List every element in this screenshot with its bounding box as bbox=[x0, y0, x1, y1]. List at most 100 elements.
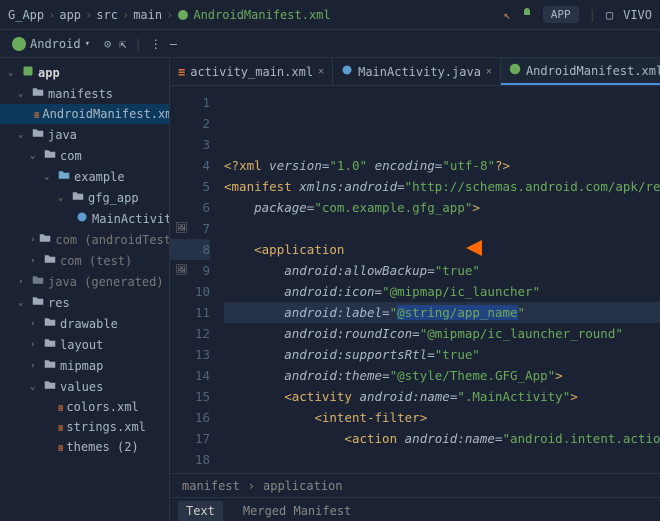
code-line[interactable]: <application bbox=[224, 239, 660, 260]
code-line[interactable]: android:theme="@style/Theme.GFG_App"> bbox=[224, 365, 660, 386]
tree-file[interactable]: ≡themes (2) bbox=[0, 437, 169, 457]
tree-folder[interactable]: ⌄gfg_app bbox=[0, 187, 169, 208]
tree-file[interactable]: ≡AndroidManifest.xml bbox=[0, 104, 169, 124]
tree-folder[interactable]: ›java (generated) bbox=[0, 271, 169, 292]
chevron-icon: › bbox=[30, 235, 35, 245]
close-icon[interactable]: ✕ bbox=[318, 66, 324, 77]
folder-icon bbox=[32, 295, 44, 310]
editor-breadcrumb-item[interactable]: application bbox=[263, 479, 342, 493]
code-line[interactable]: <action android:name="android.intent.act… bbox=[224, 428, 660, 449]
chevron-right-icon: › bbox=[248, 479, 255, 493]
image-gutter-icon[interactable]: 🖼 bbox=[175, 223, 188, 234]
tree-folder[interactable]: ⌄example bbox=[0, 166, 169, 187]
tree-folder[interactable]: ›mipmap bbox=[0, 355, 169, 376]
code-line[interactable]: android:supportsRtl="true" bbox=[224, 344, 660, 365]
genfolder-icon bbox=[32, 274, 44, 289]
tree-file[interactable]: ≡colors.xml bbox=[0, 397, 169, 417]
editor-bottom-tabs[interactable]: Text Merged Manifest bbox=[170, 497, 660, 521]
breadcrumb-file-label: AndroidManifest.xml bbox=[193, 8, 330, 22]
toolbar-right: ↖ APP | ▢ VIVO bbox=[504, 6, 652, 23]
project-sidebar[interactable]: ⌄app⌄manifests≡AndroidManifest.xml⌄java⌄… bbox=[0, 58, 170, 521]
editor-tab[interactable]: MainActivity.java ✕ bbox=[333, 58, 501, 85]
tab-label: MainActivity.java bbox=[358, 65, 481, 79]
top-breadcrumb-bar: G_App › app › src › main › AndroidManife… bbox=[0, 0, 660, 30]
code-line[interactable] bbox=[224, 218, 660, 239]
chevron-down-icon: ▾ bbox=[85, 39, 90, 49]
folder-icon bbox=[39, 232, 51, 247]
folder-icon bbox=[32, 86, 44, 101]
breadcrumb-item[interactable]: src bbox=[96, 8, 118, 22]
editor-tabs[interactable]: ≡activity_main.xml✕MainActivity.java✕And… bbox=[170, 58, 660, 86]
tree-folder[interactable]: ⌄values bbox=[0, 376, 169, 397]
project-view-dropdown[interactable]: Android ▾ bbox=[6, 35, 96, 53]
code-line[interactable] bbox=[224, 449, 660, 470]
more-icon[interactable]: ⋮ bbox=[150, 37, 162, 51]
tree-file[interactable]: ≡strings.xml bbox=[0, 417, 169, 437]
code-editor[interactable]: 🖼🖼 123456789101112131415161718192021 <?x… bbox=[170, 86, 660, 473]
back-icon[interactable]: ↖ bbox=[504, 8, 511, 22]
chevron-icon: ⌄ bbox=[18, 298, 28, 308]
java-icon bbox=[341, 64, 353, 79]
code-line[interactable]: <manifest xmlns:android="http://schemas.… bbox=[224, 176, 660, 197]
code-line[interactable]: <activity android:name=".MainActivity"> bbox=[224, 386, 660, 407]
chevron-right-icon: › bbox=[85, 8, 92, 22]
code-line[interactable]: package="com.example.gfg_app"> bbox=[224, 197, 660, 218]
code-line[interactable]: android:roundIcon="@mipmap/ic_launcher_r… bbox=[224, 323, 660, 344]
code-line[interactable]: <intent-filter> bbox=[224, 407, 660, 428]
minimize-icon[interactable]: — bbox=[170, 37, 177, 51]
chevron-right-icon: › bbox=[48, 8, 55, 22]
tree-folder[interactable]: ⌄app bbox=[0, 62, 169, 83]
divider: | bbox=[589, 8, 596, 22]
tree-folder[interactable]: ⌄com bbox=[0, 145, 169, 166]
project-tree[interactable]: ⌄app⌄manifests≡AndroidManifest.xml⌄java⌄… bbox=[0, 62, 169, 457]
device-icon[interactable]: ▢ bbox=[606, 8, 613, 22]
editor-breadcrumb[interactable]: manifest › application bbox=[170, 473, 660, 497]
collapse-icon[interactable]: ⇱ bbox=[119, 37, 126, 51]
tree-folder[interactable]: ⌄java bbox=[0, 124, 169, 145]
code-line[interactable]: android:label="@string/app_name" bbox=[224, 302, 660, 323]
tree-folder[interactable]: ›com (test) bbox=[0, 250, 169, 271]
line-gutter[interactable]: 🖼🖼 123456789101112131415161718192021 bbox=[170, 86, 218, 473]
breadcrumb-item[interactable]: G_App bbox=[8, 8, 44, 22]
tree-folder[interactable]: ›com (androidTest) bbox=[0, 229, 169, 250]
editor-breadcrumb-item[interactable]: manifest bbox=[182, 479, 240, 493]
breadcrumb-item[interactable]: AndroidManifest.xml bbox=[177, 8, 330, 22]
folder-icon bbox=[44, 316, 56, 331]
image-gutter-icon[interactable]: 🖼 bbox=[175, 265, 188, 276]
chevron-icon: › bbox=[30, 319, 40, 329]
code-content[interactable]: <?xml version="1.0" encoding="utf-8"?><m… bbox=[218, 86, 660, 473]
bottom-tab[interactable]: Text bbox=[178, 501, 223, 521]
folder-icon bbox=[44, 379, 56, 394]
close-icon[interactable]: ✕ bbox=[486, 66, 492, 77]
folder-icon bbox=[44, 337, 56, 352]
tree-folder[interactable]: ⌄res bbox=[0, 292, 169, 313]
editor-tab[interactable]: AndroidManifest.xml✕ bbox=[501, 58, 660, 85]
run-config-dropdown[interactable]: APP bbox=[543, 6, 579, 23]
tree-file[interactable]: MainActivity bbox=[0, 208, 169, 229]
breadcrumb[interactable]: G_App › app › src › main › AndroidManife… bbox=[8, 8, 498, 22]
xml-icon: ≡ bbox=[34, 107, 38, 121]
chevron-icon: › bbox=[30, 340, 40, 350]
editor-tab[interactable]: ≡activity_main.xml✕ bbox=[170, 58, 333, 85]
tree-folder[interactable]: ›layout bbox=[0, 334, 169, 355]
target-icon[interactable]: ⊙ bbox=[104, 37, 111, 51]
folder-icon bbox=[44, 148, 56, 163]
device-label[interactable]: VIVO bbox=[623, 8, 652, 22]
code-line[interactable]: <category android:name="android.intent.c… bbox=[224, 470, 660, 473]
code-line[interactable]: android:icon="@mipmap/ic_launcher" bbox=[224, 281, 660, 302]
android-icon bbox=[521, 7, 533, 22]
module-icon bbox=[22, 65, 34, 80]
tab-label: activity_main.xml bbox=[190, 65, 313, 79]
java-icon bbox=[76, 211, 88, 226]
divider: | bbox=[134, 37, 141, 51]
code-line[interactable]: <?xml version="1.0" encoding="utf-8"?> bbox=[224, 155, 660, 176]
tree-folder[interactable]: ›drawable bbox=[0, 313, 169, 334]
breadcrumb-item[interactable]: main bbox=[133, 8, 162, 22]
folder-icon bbox=[72, 190, 84, 205]
tree-folder[interactable]: ⌄manifests bbox=[0, 83, 169, 104]
bottom-tab[interactable]: Merged Manifest bbox=[235, 501, 359, 521]
chevron-right-icon: › bbox=[166, 8, 173, 22]
chevron-icon: › bbox=[30, 256, 40, 266]
code-line[interactable]: android:allowBackup="true" bbox=[224, 260, 660, 281]
breadcrumb-item[interactable]: app bbox=[59, 8, 81, 22]
